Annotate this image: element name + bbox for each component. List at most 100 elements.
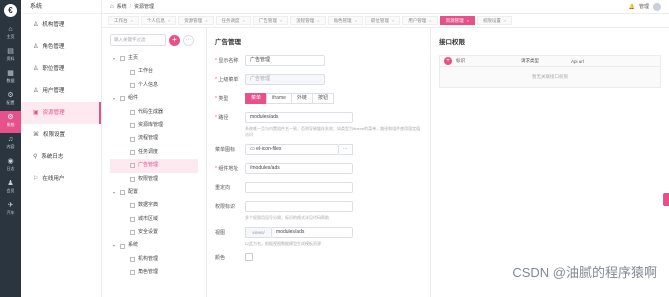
type-option[interactable]: iframe [266,93,292,104]
icon-picker-button[interactable]: ⋯ [339,144,353,155]
close-icon[interactable]: × [280,18,282,23]
tree-node-checkbox[interactable] [120,56,125,62]
tree-node-checkbox[interactable] [130,149,135,155]
tree-node[interactable]: 数据字典 [110,199,198,212]
perms-input[interactable] [245,201,353,212]
tree-node-checkbox[interactable] [130,163,135,169]
rail-item[interactable]: ▤ 资料 [0,45,21,67]
tree-node[interactable]: 任务调度 [110,146,198,159]
tab[interactable]: 任务调度 × [215,16,251,25]
rail-item[interactable]: ▦ 数据 [0,67,21,89]
tab[interactable]: 资源管理 × [178,16,214,25]
tab[interactable]: 资源管理 × [439,16,475,25]
tab[interactable]: 权限设置 × [476,16,513,25]
chevron-down-icon[interactable]: ▾ [113,92,117,105]
tree-node-checkbox[interactable] [130,109,135,115]
type-option[interactable]: 外链 [290,93,313,104]
tree-node[interactable]: 代码生成器 [110,106,198,119]
bell-icon[interactable]: 🔔 [629,4,635,10]
tree-node-checkbox[interactable] [130,203,135,209]
tree-node[interactable]: 个人信息 [110,79,198,92]
tree-search-input[interactable]: 输入关键字过滤 [110,34,166,46]
home-icon[interactable]: ⌂ [110,4,114,10]
tree-node[interactable]: 城市区域 [110,213,198,226]
type-option[interactable]: 菜单 [245,93,268,104]
menu-item[interactable]: ♙ 机构管理 [21,14,101,36]
tree-node-checkbox[interactable] [130,176,135,182]
menu-item[interactable]: ▣ 资源管理 [21,102,101,124]
tab[interactable]: 角色管理 × [327,16,363,25]
tree-node[interactable]: 工作台 [110,65,198,78]
rail-item[interactable]: ◉ 日志 [0,155,21,177]
add-node-button[interactable]: + [169,34,180,46]
rail-item[interactable]: ⌂ 主页 [0,23,21,45]
tab[interactable]: 工作台 × [108,16,139,25]
tree-node-checkbox[interactable] [120,190,125,196]
route-input[interactable]: modules/ads [245,112,353,123]
tree-node[interactable]: ▾ 系统 [110,239,198,252]
tree-node[interactable]: 权限管理 [110,173,198,186]
chevron-down-icon[interactable]: ▾ [113,186,117,199]
close-icon[interactable]: × [355,18,357,23]
tree-node[interactable]: ▾ 主页 [110,52,198,65]
menu-item[interactable]: ♙ 职位管理 [21,58,101,80]
view-input[interactable]: modules/ads [271,227,353,238]
tree-node[interactable]: 安全设置 [110,226,198,239]
tree-node[interactable]: ▾ 组件 [110,92,198,105]
tree-node-checkbox[interactable] [130,69,135,75]
tree-node-checkbox[interactable] [130,216,135,222]
chevron-down-icon[interactable]: ▾ [113,52,117,65]
menu-item[interactable]: ⚲ 系统日志 [21,146,101,168]
tree-node[interactable]: 资源库管理 [110,119,198,132]
tree-node-checkbox[interactable] [130,230,135,236]
rail-item[interactable]: ♟ 会员 [0,177,21,199]
tree-node[interactable]: 角色管理 [110,266,198,279]
close-icon[interactable]: × [168,18,170,23]
user-name[interactable]: 管理 [639,3,649,10]
type-option[interactable]: 按钮 [311,93,334,104]
avatar[interactable] [653,2,661,11]
rail-item[interactable]: ♫ 内容 [0,133,21,155]
close-icon[interactable]: × [131,18,133,23]
parent-select[interactable]: 广告管理 [245,74,325,85]
close-icon[interactable]: × [243,18,245,23]
rail-item[interactable]: ✈ 汽车 [0,199,21,221]
close-icon[interactable]: × [317,18,319,23]
tree-node-checkbox[interactable] [120,96,125,102]
close-icon[interactable]: × [429,18,431,23]
tree-node[interactable]: ▾ 配置 [110,186,198,199]
tree-node[interactable]: 广告管理 [110,159,198,173]
tree-node-checkbox[interactable] [120,243,125,249]
more-button[interactable]: ⋯ [183,34,194,46]
tab[interactable]: 流程管理 × [290,16,326,25]
chevron-down-icon[interactable]: ▾ [113,239,117,252]
tab[interactable]: 用户管理 × [402,16,438,25]
add-perm-button[interactable]: + [444,57,452,65]
rail-item[interactable]: ⚙ 配置 [0,89,21,111]
menu-item[interactable]: ♙ 角色管理 [21,36,101,58]
tree-node[interactable]: 流程管理 [110,132,198,145]
tree-node-checkbox[interactable] [130,82,135,88]
tab[interactable]: 职位管理 × [364,16,401,25]
rail-item[interactable]: ⚙ 系统 [0,111,21,133]
tree-node-checkbox[interactable] [130,270,135,276]
tree-node-checkbox[interactable] [130,257,135,263]
icon-input[interactable]: ▭ el-icon-files [245,144,339,155]
menu-item[interactable]: ⌘ 权限设置 [21,124,101,146]
tree-node-checkbox[interactable] [130,123,135,129]
menu-item[interactable]: ♙ 用户管理 [21,80,101,102]
close-icon[interactable]: × [392,18,394,23]
close-icon[interactable]: × [467,18,469,23]
tree-node[interactable]: 机构管理 [110,253,198,266]
settings-drawer-handle[interactable] [663,193,669,206]
close-icon[interactable]: × [205,18,207,23]
component-input[interactable]: /modules/ads [245,163,353,174]
color-picker[interactable] [245,253,253,261]
close-icon[interactable]: × [504,18,506,23]
redirect-input[interactable] [245,182,353,193]
menu-item[interactable]: ⚐ 在线用户 [21,168,101,190]
display-name-input[interactable]: 广告管理 [245,55,325,66]
tree-node-checkbox[interactable] [130,136,135,142]
breadcrumb-home[interactable]: 系统 [117,3,127,10]
tab[interactable]: 个人信息 × [140,16,177,25]
